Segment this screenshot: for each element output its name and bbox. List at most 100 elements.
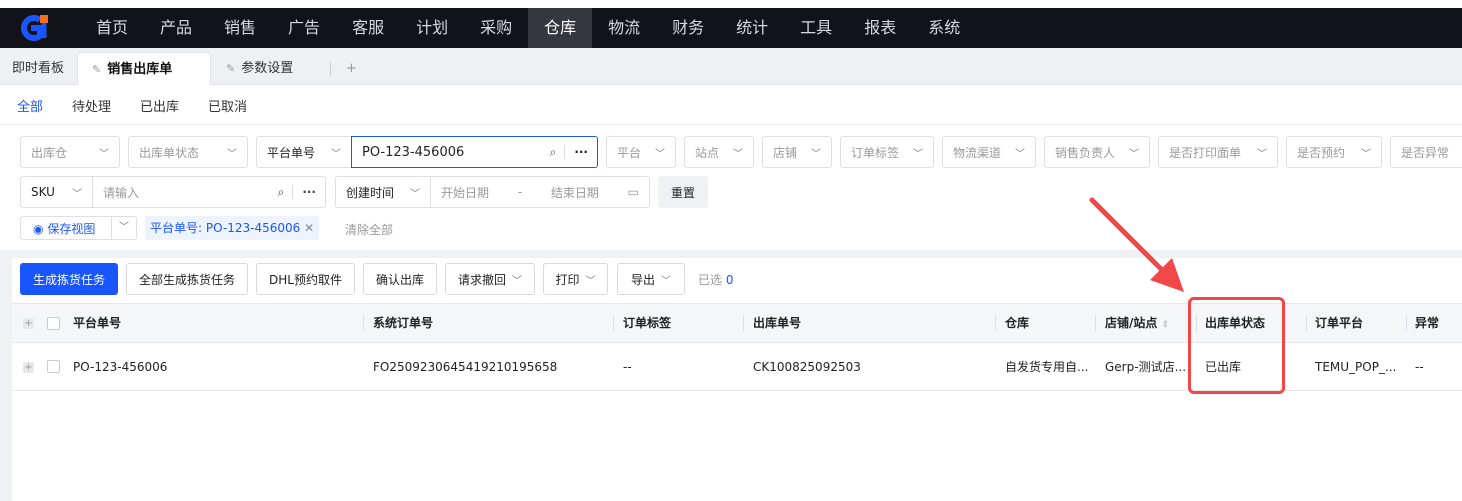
platform-select[interactable]: 平台 ﹀ [606, 136, 676, 168]
request-recall-button[interactable]: 请求撤回 ﹀ [445, 263, 535, 295]
sales-owner-select[interactable]: 销售负责人 ﹀ [1044, 136, 1150, 168]
search-icon[interactable]: ⌕ [550, 145, 565, 160]
cell-abnormal: -- [1415, 360, 1424, 374]
label: 店铺/站点 [1105, 316, 1158, 330]
col-store-site[interactable]: 店铺/站点 ⇕ [1105, 303, 1169, 343]
col-order-platform: 订单平台 [1315, 316, 1364, 330]
pin-icon[interactable]: ✎ [226, 62, 235, 75]
column-resizer[interactable] [743, 315, 744, 331]
nav-logistics[interactable]: 物流 [592, 8, 656, 48]
sort-icon[interactable]: ⇕ [1162, 320, 1170, 330]
dhl-pickup-button[interactable]: DHL预约取件 [256, 263, 355, 295]
close-icon[interactable]: ✕ [304, 221, 314, 235]
search-input[interactable]: PO-123-456006 ⌕ ··· [351, 136, 598, 168]
start-date[interactable]: 开始日期 [441, 184, 489, 201]
label: 是否预约 [1297, 145, 1346, 160]
save-view-button[interactable]: ◉ 保存视图 ﹀ [20, 216, 137, 240]
status-tab-all[interactable]: 全部 [17, 96, 43, 115]
label: 出库单状态 [139, 145, 200, 160]
column-resizer[interactable] [995, 315, 996, 331]
abnormal-select[interactable]: 是否异常﹀ [1390, 136, 1462, 168]
top-nav: 首页 产品 销售 广告 客服 计划 采购 仓库 物流 财务 统计 工具 报表 系… [0, 8, 1462, 48]
status-tab-cancelled[interactable]: 已取消 [208, 96, 247, 115]
nav-purchase[interactable]: 采购 [464, 8, 528, 48]
cell-platform-order: PO-123-456006 [73, 360, 168, 374]
sku-field-select[interactable]: SKU ﹀ [20, 176, 93, 208]
nav-product[interactable]: 产品 [144, 8, 208, 48]
label: 站点 [695, 145, 720, 160]
label: 物流渠道 [953, 145, 1002, 160]
chevron-down-icon: ﹀ [811, 148, 821, 160]
column-resizer[interactable] [1306, 315, 1307, 331]
nav-sales[interactable]: 销售 [208, 8, 272, 48]
tab-params[interactable]: ✎ 参数设置 [226, 52, 293, 85]
add-tab-button[interactable]: + [346, 52, 357, 85]
chevron-down-icon: ﹀ [1257, 148, 1267, 160]
count: 0 [725, 273, 734, 287]
nav-reports[interactable]: 报表 [848, 8, 912, 48]
end-date[interactable]: 结束日期 [551, 184, 599, 201]
expand-row-icon[interactable]: + [23, 362, 34, 373]
annotation-highlight-box [1188, 297, 1285, 394]
nav-warehouse[interactable]: 仓库 [528, 8, 593, 48]
tab-dashboard[interactable]: 即时看板 [12, 52, 64, 85]
more-icon[interactable]: ··· [564, 145, 597, 159]
select-all-checkbox[interactable] [47, 317, 60, 330]
tab-sales-outbound[interactable]: ✎ 销售出库单 [77, 52, 211, 85]
label: 已选 [698, 273, 723, 287]
reserved-select[interactable]: 是否预约 ﹀ [1286, 136, 1382, 168]
export-button[interactable]: 导出 ﹀ [617, 263, 685, 295]
clear-all-link[interactable]: 清除全部 [345, 221, 393, 238]
printed-select[interactable]: 是否打印面单 ﹀ [1158, 136, 1278, 168]
chevron-down-icon: ﹀ [655, 148, 665, 160]
generate-pick-task-button[interactable]: 生成拣货任务 [20, 263, 118, 295]
col-order-tag: 订单标签 [623, 316, 672, 330]
date-range-picker[interactable]: 开始日期 - 结束日期 ▭ [430, 176, 650, 208]
nav-finance[interactable]: 财务 [656, 8, 720, 48]
label: 导出 [630, 272, 655, 287]
column-resizer[interactable] [1406, 315, 1407, 331]
label: 是否异常 [1401, 145, 1450, 160]
status-tab-shipped[interactable]: 已出库 [140, 96, 179, 115]
row-checkbox[interactable] [47, 360, 60, 373]
nav-system[interactable]: 系统 [912, 8, 976, 48]
logo[interactable] [0, 8, 80, 48]
warehouse-select[interactable]: 出库仓 ﹀ [20, 136, 120, 168]
cell-store-site: Gerp-测试店... [1105, 360, 1187, 374]
logistics-select[interactable]: 物流渠道 ﹀ [942, 136, 1036, 168]
search-field-select[interactable]: 平台单号 ﹀ [256, 136, 352, 168]
order-tag-select[interactable]: 订单标签 ﹀ [840, 136, 934, 168]
label: 店铺 [773, 145, 798, 160]
store-select[interactable]: 店铺 ﹀ [762, 136, 832, 168]
column-resizer[interactable] [1095, 315, 1096, 331]
nav-ads[interactable]: 广告 [272, 8, 336, 48]
outbound-status-select[interactable]: 出库单状态 ﹀ [128, 136, 248, 168]
label: 创建时间 [346, 185, 395, 200]
generate-all-pick-task-button[interactable]: 全部生成拣货任务 [126, 263, 248, 295]
chevron-down-icon[interactable]: ﹀ [111, 217, 136, 239]
column-resizer[interactable] [363, 315, 364, 331]
expand-all-icon[interactable]: + [23, 318, 34, 329]
label: 销售负责人 [1055, 145, 1116, 160]
label: 订单标签 [851, 145, 900, 160]
column-resizer[interactable] [613, 315, 614, 331]
confirm-outbound-button[interactable]: 确认出库 [363, 263, 437, 295]
pin-icon[interactable]: ✎ [92, 63, 101, 76]
more-icon[interactable]: ··· [292, 185, 325, 199]
time-field-select[interactable]: 创建时间 ﹀ [335, 176, 431, 208]
site-select[interactable]: 站点 ﹀ [684, 136, 754, 168]
cell-warehouse: 自发货专用自... [1005, 360, 1089, 374]
nav-home[interactable]: 首页 [80, 8, 144, 48]
print-button[interactable]: 打印 ﹀ [543, 263, 608, 295]
nav-service[interactable]: 客服 [336, 8, 400, 48]
status-tab-pending[interactable]: 待处理 [72, 96, 111, 115]
annotation-arrow-icon [1089, 197, 1184, 292]
divider [0, 250, 1462, 258]
search-icon[interactable]: ⌕ [278, 185, 293, 200]
reset-button[interactable]: 重置 [658, 176, 708, 208]
nav-plan[interactable]: 计划 [400, 8, 464, 48]
col-outbound-no: 出库单号 [753, 316, 802, 330]
sku-input[interactable]: 请输入 ⌕ ··· [92, 176, 326, 208]
nav-tools[interactable]: 工具 [784, 8, 848, 48]
nav-stats[interactable]: 统计 [720, 8, 784, 48]
